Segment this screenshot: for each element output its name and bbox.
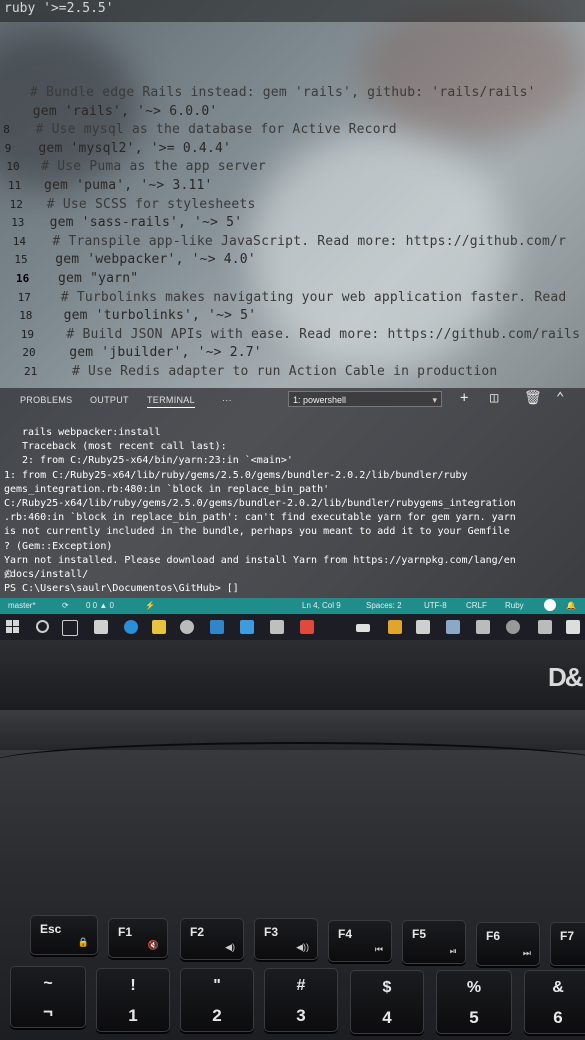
key-f4[interactable]: F4 ⏮ [328, 920, 392, 962]
cursor-position[interactable]: Ln 4, Col 9 [302, 601, 341, 610]
key-grave[interactable]: ~ ¬ [10, 966, 86, 1028]
code-text: # Use mysql as the database for Active R… [35, 122, 397, 138]
taskbar-app-icon[interactable] [300, 620, 314, 634]
code-text: # Use Redis adapter to run Action Cable … [72, 364, 498, 379]
new-terminal-icon[interactable]: + [460, 390, 468, 406]
edge-browser-icon[interactable] [124, 620, 138, 634]
windows-taskbar [0, 614, 585, 640]
taskbar-app-icon[interactable] [416, 620, 430, 634]
key-f2[interactable]: F2 ◀) [180, 918, 244, 960]
code-text: # Transpile app-like JavaScript. Read mo… [52, 233, 567, 249]
code-text: gem 'rails', '~> 6.0.0' [32, 103, 218, 119]
code-text: gem "yarn" [58, 271, 139, 286]
taskbar-app-icon[interactable] [566, 620, 580, 634]
terminal-line: PS C:\Users\saulr\Documentos\GitHub> [] [4, 583, 239, 595]
code-text: gem 'turbolinks', '~> 5' [63, 308, 257, 324]
code-line[interactable]: 21 # Use Redis adapter to run Action Cabl… [24, 361, 497, 382]
gear-icon[interactable]: ⚙ [4, 566, 12, 582]
status-bar: master* ⟳ 0 0 ▲ 0 ⚡ Ln 4, Col 9 Spaces: … [0, 598, 585, 614]
key-f1[interactable]: F1 🔇 [108, 918, 168, 958]
shell-select-value: 1: powershell [293, 395, 347, 405]
search-icon[interactable] [36, 620, 49, 633]
task-view-icon[interactable] [62, 620, 78, 636]
taskbar-app-icon[interactable] [94, 620, 108, 634]
key-esc[interactable]: Esc 🔒 [30, 915, 98, 955]
code-text: gem 'puma', '~> 3.11' [44, 178, 213, 193]
terminal-line: .rb:460:in `block in replace_bin_path': … [4, 512, 516, 524]
terminal-line: C:/Ruby25-x64/lib/ruby/gems/2.5.0/gems/b… [4, 498, 516, 509]
file-explorer-icon[interactable] [152, 620, 166, 634]
code-text: gem 'jbuilder', '~> 2.7' [69, 345, 262, 361]
code-text: gem 'webpacker', '~> 4.0' [55, 252, 256, 268]
panel-tabs: PROBLEMS OUTPUT TERMINAL ··· 1: powershe… [0, 388, 585, 414]
tab-more[interactable]: ··· [222, 395, 232, 405]
terminal-line: Traceback (most recent call last): [22, 441, 227, 453]
cable [0, 742, 585, 784]
terminal-line: Yarn not installed. Please download and … [4, 554, 516, 566]
chrome-icon[interactable] [180, 620, 194, 634]
branch-indicator[interactable]: master* [8, 601, 36, 610]
brand-logo: D& [548, 662, 584, 692]
terminal-line: 2: from C:/Ruby25-x64/bin/yarn:23:in `<m… [22, 455, 293, 467]
terminal-line: rails webpacker:install [22, 427, 161, 438]
chevron-up-icon[interactable]: ⌃ [556, 390, 564, 406]
code-text: # Turbolinks makes navigating your web a… [60, 289, 567, 305]
code-text: gem 'sass-rails', '~> 5' [49, 215, 243, 231]
code-text: gem 'mysql2', '>= 0.4.4' [38, 140, 232, 156]
key-f3[interactable]: F3 ◀)) [254, 918, 318, 960]
terminal-line: is not currently included in the bundle,… [4, 526, 510, 538]
code-text: # Build JSON APIs with ease. Read more: … [66, 326, 581, 342]
feedback-smiley-icon[interactable] [544, 599, 556, 611]
windows-start-icon[interactable] [6, 620, 20, 634]
tab-terminal[interactable]: TERMINAL [147, 395, 195, 408]
bell-icon[interactable]: 🔔 [566, 601, 576, 610]
key-f5[interactable]: F5 ⏯ [402, 920, 466, 964]
notification-icon[interactable] [538, 620, 552, 634]
bottom-panel: PROBLEMS OUTPUT TERMINAL ··· 1: powershe… [0, 388, 585, 598]
shell-select[interactable]: 1: powershell ▾ [288, 391, 442, 407]
taskbar-app-icon[interactable] [506, 620, 520, 634]
line-ending[interactable]: CRLF [466, 601, 487, 610]
key-f7[interactable]: F7 [550, 922, 585, 966]
terminal-line: /docs/install/ [4, 569, 89, 580]
taskbar-app-icon[interactable] [446, 620, 460, 634]
lightning-icon: ⚡ [145, 601, 155, 610]
key-5[interactable]: % 5 [436, 970, 512, 1034]
taskbar-app-icon[interactable] [388, 620, 402, 634]
sync-icon[interactable]: ⟳ [62, 601, 69, 610]
editor-top-line: ruby '>=2.5.5' [0, 0, 585, 22]
code-text: # Bundle edge Rails instead: gem 'rails'… [30, 85, 536, 100]
chevron-down-icon: ▾ [432, 395, 437, 405]
laptop-bezel [0, 640, 585, 710]
trash-icon[interactable]: 🗑 [524, 390, 542, 406]
code-text: # Use Puma as the app server [41, 159, 266, 175]
code-editor[interactable]: ruby '>=2.5.5' # Bundle edge Rails inste… [0, 0, 585, 388]
key-2[interactable]: " 2 [180, 968, 254, 1032]
key-3[interactable]: #3 [264, 968, 338, 1032]
terminal-line: ? (Gem::Exception) [4, 540, 113, 552]
key-f6[interactable]: F6 ⏭ [476, 922, 540, 966]
taskbar-app-icon[interactable] [476, 620, 490, 634]
code-text: # Use SCSS for stylesheets [46, 196, 256, 212]
taskbar-app-icon[interactable] [270, 620, 284, 634]
key-4[interactable]: $4 [350, 970, 424, 1034]
monitor-screen: ruby '>=2.5.5' # Bundle edge Rails inste… [0, 0, 585, 640]
keyboard-icon[interactable] [356, 624, 370, 632]
terminal-line: 1: from C:/Ruby25-x64/lib/ruby/gems/2.5.… [4, 469, 468, 481]
encoding[interactable]: UTF-8 [424, 601, 447, 610]
language-mode[interactable]: Ruby [505, 601, 524, 610]
vscode-icon[interactable] [240, 620, 254, 634]
indentation[interactable]: Spaces: 2 [366, 601, 402, 610]
key-1[interactable]: ! 1 [96, 968, 170, 1032]
photo-scene: ruby '>=2.5.5' # Bundle edge Rails inste… [0, 0, 585, 1040]
line-number: 21 [24, 365, 38, 378]
key-6[interactable]: & 6 [524, 970, 585, 1034]
tab-output[interactable]: OUTPUT [90, 395, 129, 405]
split-terminal-icon[interactable]: ◫ [490, 390, 498, 406]
tab-problems[interactable]: PROBLEMS [20, 395, 72, 405]
problems-count[interactable]: 0 0 ▲ 0 [86, 601, 114, 610]
terminal-line: gems_integration.rb:480:in `block in rep… [4, 483, 330, 495]
store-icon[interactable] [210, 620, 224, 634]
